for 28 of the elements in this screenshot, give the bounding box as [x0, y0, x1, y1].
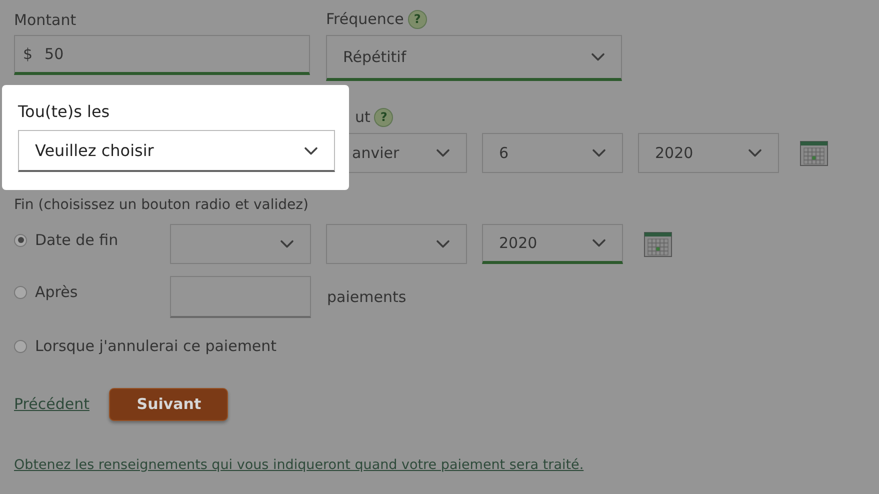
next-button[interactable]: Suivant [109, 388, 228, 420]
select-field[interactable] [326, 224, 467, 264]
radio-button[interactable] [14, 340, 27, 353]
option-label: Date de fin [35, 230, 118, 251]
calendar-icon[interactable] [800, 140, 828, 166]
select-field[interactable] [170, 224, 311, 264]
select-field[interactable]: 6 [482, 133, 623, 173]
radio-button[interactable] [14, 286, 27, 299]
select-field[interactable]: Répétitif [326, 35, 622, 81]
end-label: Fin (choisissez un bouton radio et validez) [14, 196, 310, 215]
select-field[interactable]: 2020 [638, 133, 779, 173]
help-icon[interactable]: ? [374, 108, 394, 126]
input-field[interactable] [170, 276, 311, 318]
option-label: Après [35, 282, 78, 303]
start-label: ut [355, 106, 370, 128]
unit-label: paiements [327, 286, 406, 308]
frequency-label: Fréquence [326, 8, 404, 30]
radio-button[interactable] [14, 234, 27, 247]
info-link[interactable]: Obtenez les renseignements qui vous indiqueront quand votre paiement sera traité. [14, 454, 879, 475]
back-link[interactable]: Précédent [14, 392, 90, 416]
select-field[interactable]: 2020 [482, 224, 623, 264]
frequency-select[interactable]: Veuillez choisir [18, 130, 335, 172]
amount-label: Montant [14, 10, 78, 29]
calendar-icon[interactable] [644, 232, 672, 256]
popup-label: Tou(te)s les [18, 101, 111, 123]
option-label: Lorsque j'annulerai ce paiement [35, 336, 277, 357]
help-icon[interactable]: ? [408, 10, 427, 28]
amount-field[interactable]: $ 50 [14, 35, 310, 75]
